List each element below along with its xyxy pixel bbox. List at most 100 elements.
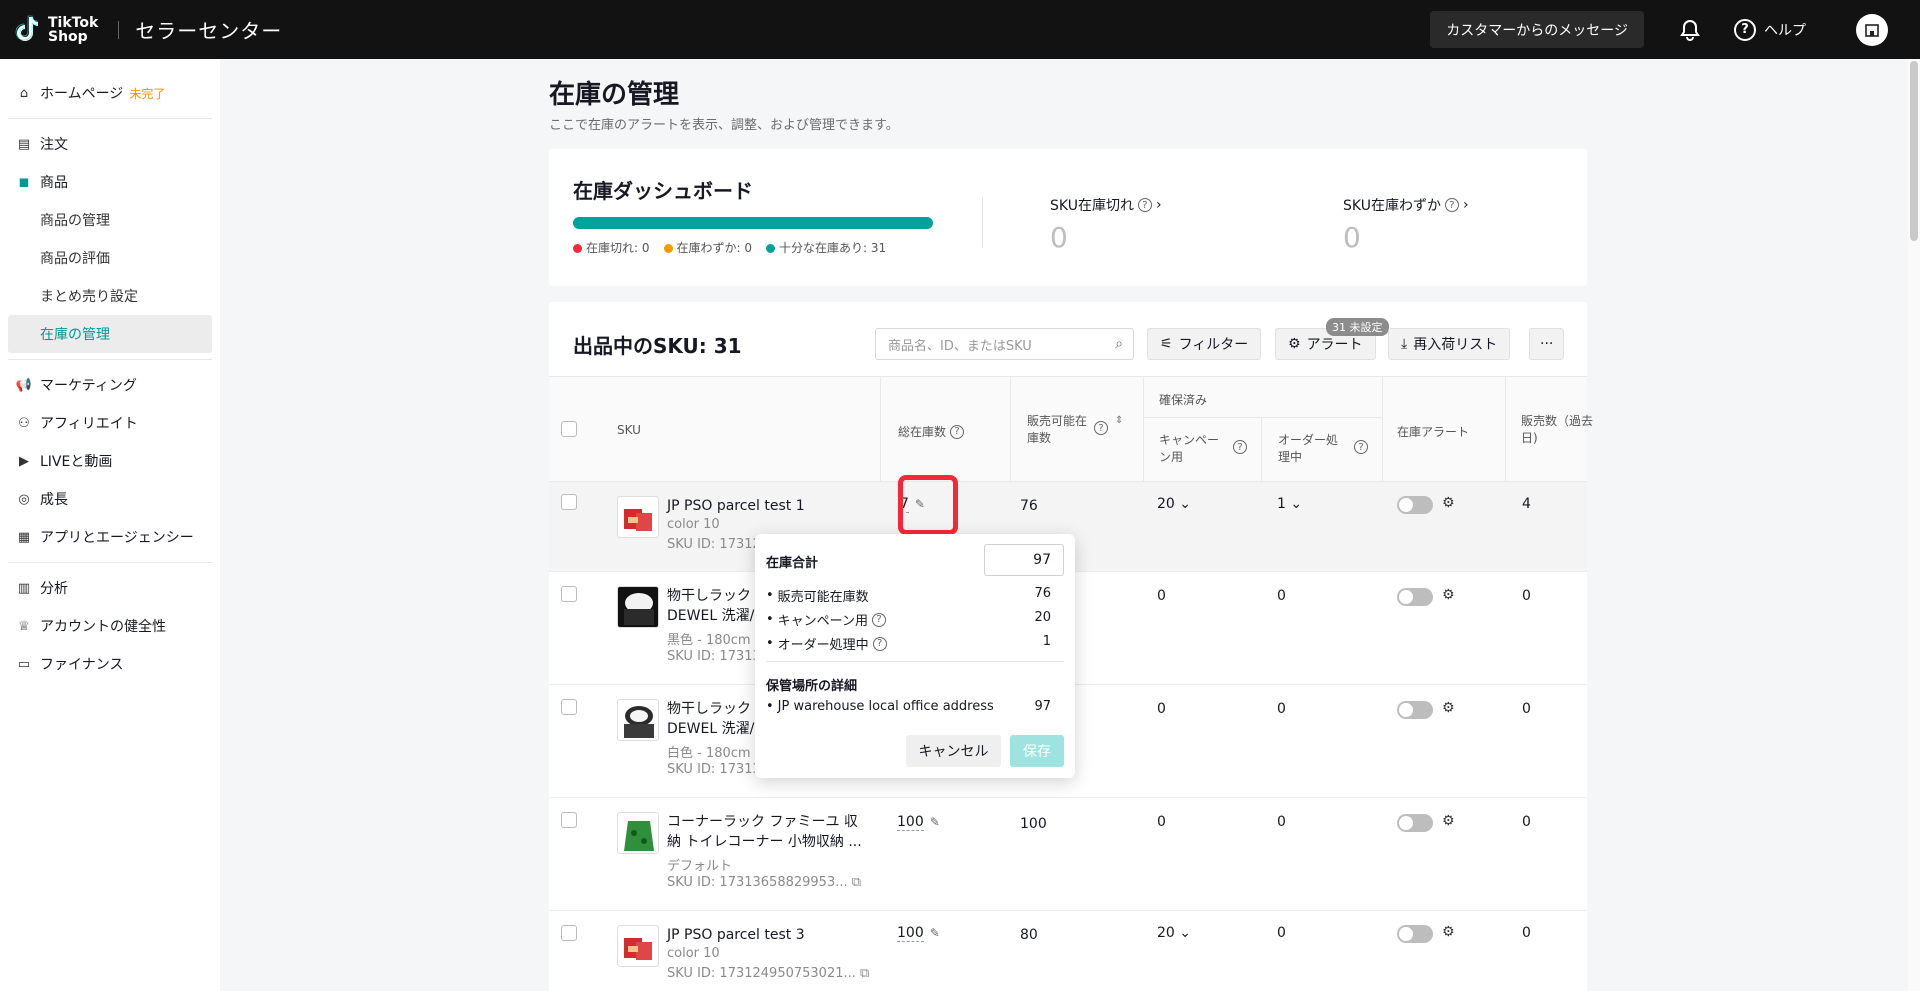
sidebar-divider (8, 562, 212, 563)
sidebar-sub-inventory[interactable]: 在庫の管理 (8, 315, 212, 353)
product-name[interactable]: JP PSO parcel test 1 (667, 496, 805, 516)
group-divider (1143, 417, 1383, 418)
affiliate-icon: ⚇ (18, 415, 30, 431)
sidebar-item-growth[interactable]: ◎ 成長 (0, 480, 220, 518)
dashboard-title: 在庫ダッシュボード (573, 179, 753, 203)
page-subtitle: ここで在庫のアラートを表示、調整、および管理できます。 (549, 118, 899, 133)
question-icon: ? (872, 612, 887, 627)
more-options-button[interactable]: ··· (1529, 328, 1565, 360)
more-icon: ··· (1540, 336, 1554, 352)
stock-alert-toggle[interactable] (1397, 925, 1433, 943)
tiktok-shop-logo[interactable]: TikTok Shop (14, 15, 98, 45)
search-placeholder: 商品名、ID、またはSKU (888, 338, 1032, 354)
save-button[interactable]: 保存 (1010, 735, 1064, 767)
col-campaign: キャンペー ン用 (1159, 433, 1220, 464)
gear-icon[interactable]: ⚙ (1442, 587, 1455, 603)
question-icon: ? (1137, 198, 1152, 212)
sidebar-item-marketing[interactable]: 📢 マーケティング (0, 366, 220, 404)
app-title: セラーセンター (135, 19, 283, 43)
megaphone-icon: 📢 (15, 377, 33, 393)
gear-icon[interactable]: ⚙ (1442, 495, 1455, 511)
row-checkbox[interactable] (561, 586, 577, 602)
gear-icon[interactable]: ⚙ (1442, 813, 1455, 829)
sidebar-item-home[interactable]: ⌂ ホームページ 未完了 (0, 74, 220, 112)
sort-icon[interactable]: ⇕ (1115, 415, 1123, 426)
select-all-checkbox[interactable] (561, 421, 577, 437)
product-name[interactable]: 物干しラック DEWEL 洗濯/ (667, 699, 754, 739)
col-reserved: 確保済み (1159, 393, 1208, 407)
bell-icon[interactable] (1674, 14, 1706, 46)
product-thumbnail (617, 496, 659, 538)
product-thumbnail (617, 586, 659, 628)
sidebar-item-products[interactable]: ◼ 商品 (0, 163, 220, 201)
col-available[interactable]: 販売可能在 庫数 (1027, 413, 1087, 447)
sidebar-sub-product-review[interactable]: 商品の評価 (0, 239, 220, 277)
campaign-cell: 0 (1157, 814, 1166, 830)
row-checkbox[interactable] (561, 494, 577, 510)
chart-icon: ▥ (17, 580, 31, 596)
sidebar-sub-product-manage[interactable]: 商品の管理 (0, 201, 220, 239)
product-name[interactable]: JP PSO parcel test 3 (667, 925, 805, 945)
col-divider (1382, 377, 1383, 483)
wallet-icon: ▭ (17, 656, 31, 672)
product-variant: デフォルト (667, 859, 733, 874)
row-checkbox[interactable] (561, 812, 577, 828)
total-stock-input[interactable]: 97 (984, 544, 1064, 576)
sidebar-item-label: ファイナンス (40, 657, 124, 673)
kpi-out-of-stock[interactable]: SKU在庫切れ? › 0 (1050, 195, 1162, 254)
copy-icon: ⧉ (860, 966, 870, 981)
popover-value-order: 1 (1042, 634, 1051, 649)
total-stock-cell[interactable]: 100 ✎ (897, 925, 940, 942)
sidebar-item-apps[interactable]: ▦ アプリとエージェンシー (0, 518, 220, 556)
sidebar-item-live-video[interactable]: ▶ LIVEと動画 (0, 442, 220, 480)
sidebar-item-finance[interactable]: ▭ ファイナンス (0, 645, 220, 683)
campaign-dropdown[interactable]: 20 ⌄ (1157, 925, 1191, 941)
stock-alert-toggle[interactable] (1397, 588, 1433, 606)
search-input[interactable]: 商品名、ID、またはSKU ⌕ (875, 328, 1134, 360)
kpi-low-stock[interactable]: SKU在庫わずか? › 0 (1343, 195, 1469, 254)
page-scrollbar[interactable] (1908, 59, 1920, 991)
table-row[interactable]: JP PSO parcel test 3 color 10 SKU ID: 17… (549, 911, 1587, 991)
stock-alert-toggle[interactable] (1397, 701, 1433, 719)
stock-alert-toggle[interactable] (1397, 496, 1433, 514)
sidebar-sub-bundle[interactable]: まとめ売り設定 (0, 277, 220, 315)
gear-icon[interactable]: ⚙ (1442, 924, 1455, 940)
alert-label: アラート (1306, 337, 1363, 353)
filter-button[interactable]: ⚟ フィルター (1147, 328, 1262, 360)
sidebar-item-label: 商品 (40, 175, 68, 191)
row-checkbox[interactable] (561, 699, 577, 715)
row-checkbox[interactable] (561, 925, 577, 941)
customer-messages-button[interactable]: カスタマーからのメッセージ (1430, 11, 1644, 48)
store-icon[interactable] (1856, 13, 1888, 46)
stock-alert-toggle[interactable] (1397, 814, 1433, 832)
product-name[interactable]: コーナーラック ファミーユ 収納 トイレコーナー 小物収納 ... (667, 812, 862, 852)
restock-list-button[interactable]: ⤓ 再入荷リスト (1388, 328, 1511, 360)
scrollbar-thumb[interactable] (1910, 61, 1918, 241)
total-stock-cell[interactable]: 100 ✎ (897, 814, 940, 831)
col-total-stock: 総在庫数? (898, 423, 965, 440)
stock-edit-popover: 在庫合計 97 • 販売可能在庫数 76 • キャンペーン用? 20 • オーダ… (755, 534, 1075, 778)
col-stock-alert: 在庫アラート (1397, 425, 1470, 439)
sidebar-divider (8, 118, 212, 119)
sidebar-item-account-health[interactable]: ♕ アカウントの健全性 (0, 607, 220, 645)
product-variant: 白色 - 180cm (667, 746, 751, 761)
popover-title: 在庫合計 (766, 556, 819, 571)
help-button[interactable]: ? ヘルプ (1734, 18, 1806, 41)
table-row[interactable]: コーナーラック ファミーユ 収納 トイレコーナー 小物収納 ... デフォルト … (549, 798, 1587, 911)
order-cell: 0 (1277, 588, 1286, 604)
question-icon: ? (950, 424, 965, 439)
alert-unset-badge: 31 未設定 (1326, 318, 1389, 336)
active-sku-count: 出品中のSKU: 31 (573, 334, 742, 358)
sidebar-item-orders[interactable]: ▤ 注文 (0, 125, 220, 163)
gear-icon[interactable]: ⚙ (1442, 700, 1455, 716)
campaign-dropdown[interactable]: 20 ⌄ (1157, 496, 1191, 512)
sales-cell: 4 (1522, 496, 1531, 512)
sidebar-item-affiliate[interactable]: ⚇ アフィリエイト (0, 404, 220, 442)
product-name[interactable]: 物干しラック DEWEL 洗濯/ (667, 586, 754, 626)
cancel-button[interactable]: キャンセル (906, 735, 1001, 767)
order-cell: 0 (1277, 701, 1286, 717)
sidebar-item-analytics[interactable]: ▥ 分析 (0, 569, 220, 607)
order-dropdown[interactable]: 1 ⌄ (1277, 496, 1302, 512)
product-variant: color 10 (667, 946, 720, 961)
sidebar-divider (8, 359, 212, 360)
